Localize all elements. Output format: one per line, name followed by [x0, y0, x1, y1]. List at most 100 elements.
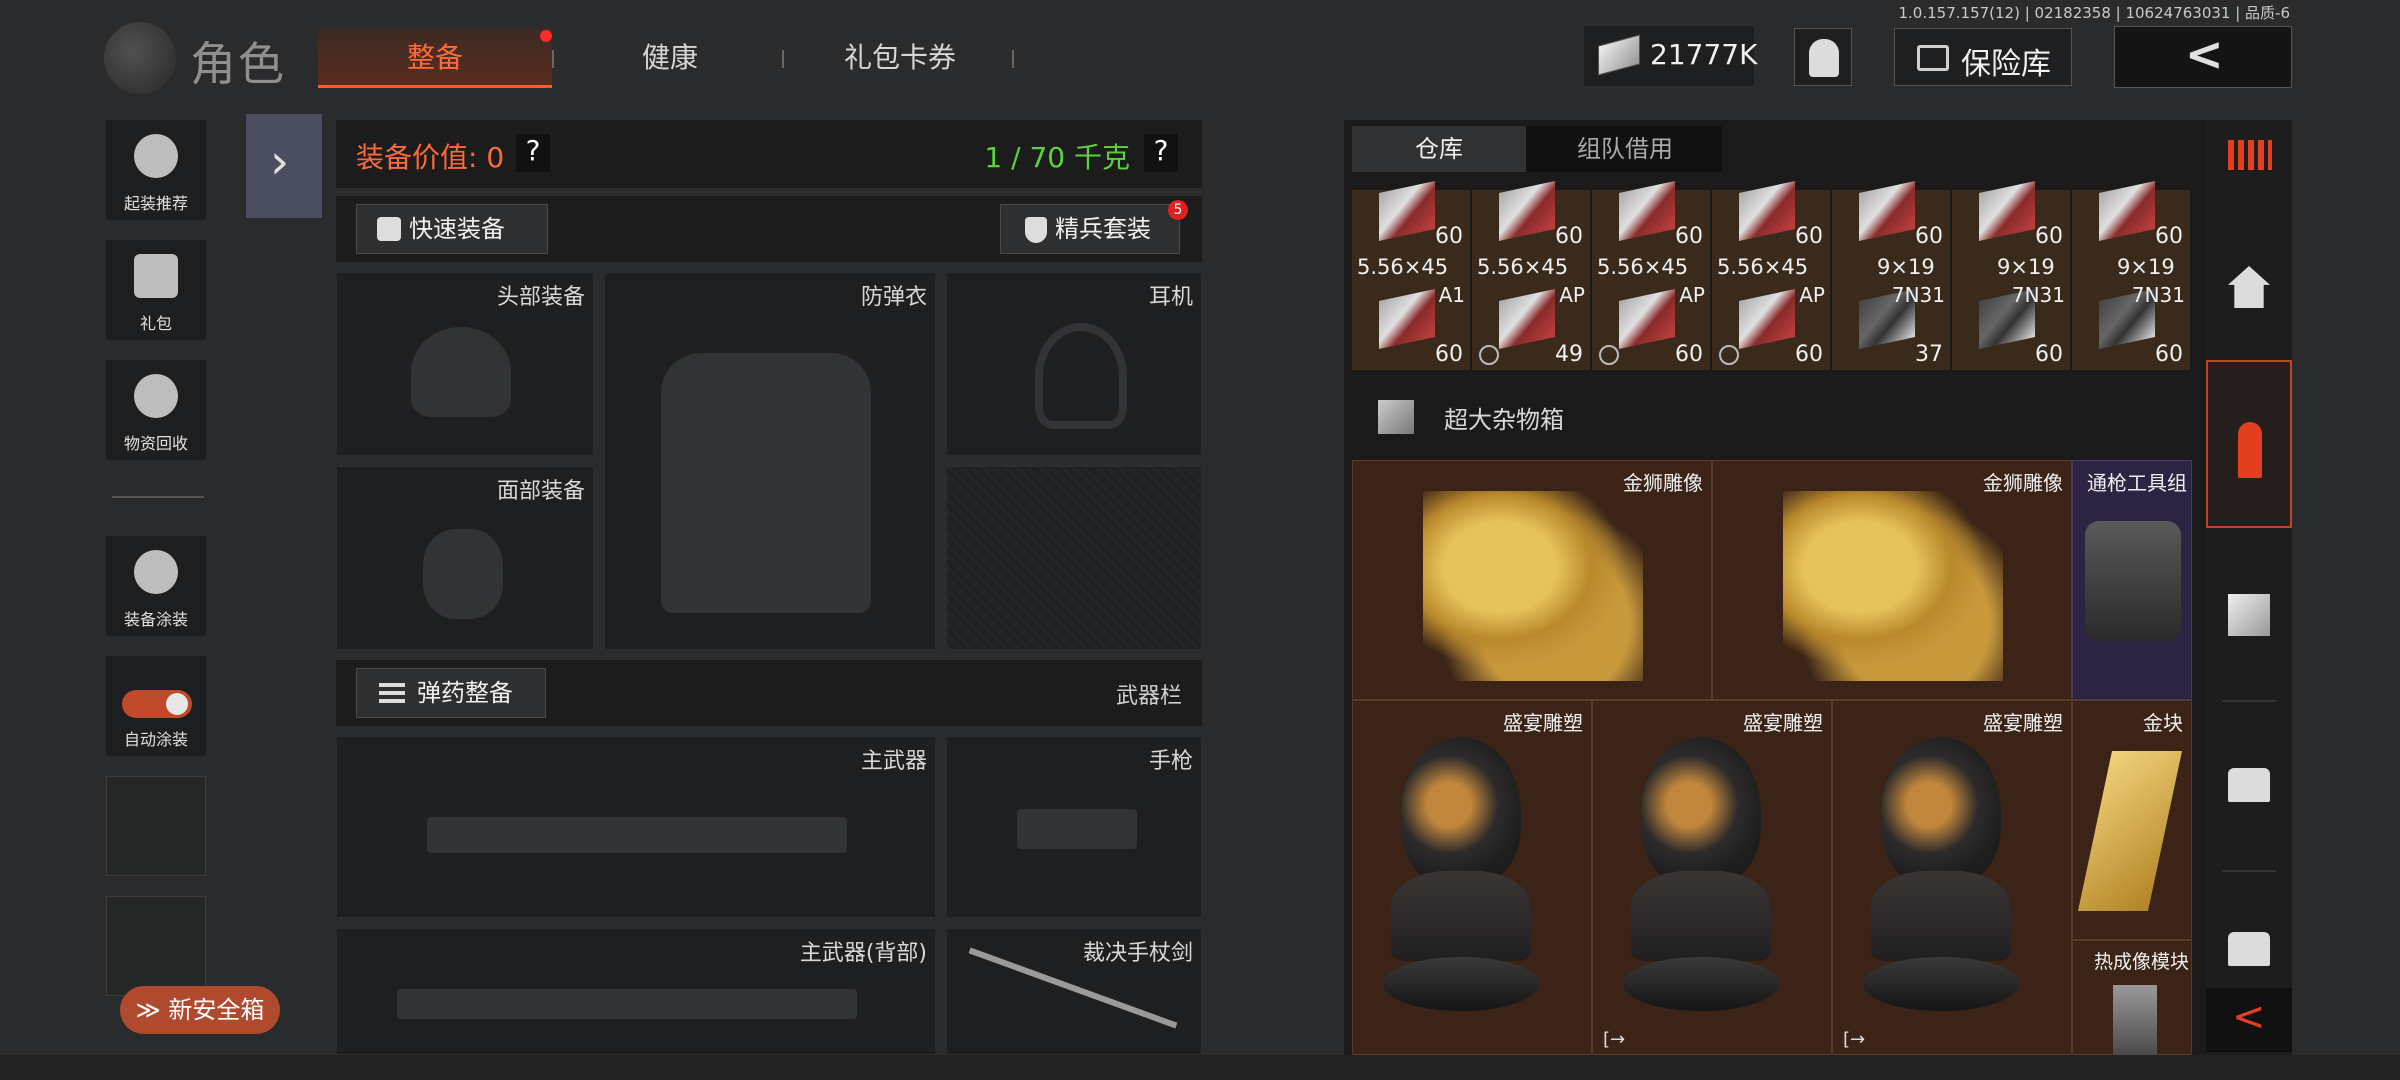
sidebar-label: 起装推荐 — [123, 194, 188, 213]
headset-slot[interactable]: 耳机 — [946, 272, 1202, 456]
container-button[interactable] — [2206, 710, 2292, 860]
crate-icon — [1378, 400, 1414, 434]
collapse-rail-button[interactable]: < — [2206, 988, 2292, 1052]
auto-skin-toggle[interactable] — [122, 690, 192, 718]
ammo-type: AP — [1679, 283, 1705, 307]
primary-weapon-slot[interactable]: 主武器 — [336, 736, 936, 918]
feast-sculpture-item[interactable]: 盛宴雕塑 — [1352, 700, 1592, 1055]
elite-set-button[interactable]: 精兵套装 — [1000, 204, 1180, 254]
grid-menu-button[interactable] — [2206, 120, 2292, 200]
tab-divider — [552, 50, 554, 68]
tab-equip[interactable]: 整备 — [318, 28, 552, 88]
feast-sculpture-item[interactable]: [→ 盛宴雕塑 — [1832, 700, 2072, 1055]
tab-warehouse[interactable]: 仓库 — [1352, 126, 1526, 172]
feast-sculpture-item[interactable]: [→ 盛宴雕塑 — [1592, 700, 1832, 1055]
elite-set-badge: 5 — [1168, 200, 1188, 220]
quick-equip-label: 快速装备 — [409, 215, 505, 243]
page-title: 角色 — [190, 37, 286, 91]
bottom-strip — [0, 1055, 2400, 1080]
loadout-recommend-button[interactable]: 起装推荐 — [106, 120, 206, 220]
item-count: 60 — [1555, 224, 1583, 249]
golden-lion-item[interactable]: 金狮雕像 — [1352, 460, 1712, 700]
ammo-item[interactable]: 60 — [1472, 181, 1590, 252]
armor-slot[interactable]: 防弹衣 — [604, 272, 936, 650]
face-slot[interactable]: 面部装备 — [336, 466, 594, 650]
crate-storage-button[interactable] — [2206, 540, 2292, 690]
chevron-right-icon: › — [270, 134, 290, 190]
tab-gift-cards[interactable]: 礼包卡券 — [790, 28, 1010, 88]
slot-label: 主武器 — [860, 749, 927, 774]
container-icon — [2228, 768, 2270, 802]
empty-slot — [106, 776, 206, 876]
help-icon[interactable]: ? — [1144, 134, 1178, 172]
shield-icon — [1025, 217, 1047, 243]
mask-silhouette-icon — [423, 529, 503, 619]
equipment-value-bar: 装备价值: 0 ? 1 / 70 千克 ? — [336, 120, 1202, 188]
item-count: 60 — [2155, 342, 2183, 367]
ammo-item[interactable]: 60 — [1712, 181, 1830, 252]
recycle-icon — [134, 374, 178, 418]
new-safe-box-button[interactable]: ≫ 新安全箱 — [120, 986, 280, 1034]
collapse-arrow-icon: < — [2232, 994, 2266, 1040]
ammo-item[interactable]: 9×19 7N31 60 — [2072, 252, 2190, 370]
item-count: 60 — [1675, 224, 1703, 249]
gift-button[interactable]: 礼包 — [106, 240, 206, 340]
golden-lion-item[interactable]: 金狮雕像 — [1712, 460, 2072, 700]
head-slot[interactable]: 头部装备 — [336, 272, 594, 456]
ammo-type: 7N31 — [1891, 283, 1945, 307]
exit-icon: [→ — [1843, 1029, 1866, 1050]
expand-sidebar-button[interactable]: › — [246, 114, 322, 218]
agent-button[interactable] — [1794, 28, 1852, 86]
ammo-item[interactable]: 60 — [1352, 181, 1470, 252]
gold-bar-icon — [2077, 751, 2183, 911]
pistol-slot[interactable]: 手枪 — [946, 736, 1202, 918]
equipment-skin-button[interactable]: 装备涂装 — [106, 536, 206, 636]
cleaning-kit-item[interactable]: 通枪工具组 — [2072, 460, 2192, 700]
thermal-module-item[interactable]: 热成像模块 — [2072, 940, 2192, 1055]
item-count: 60 — [1795, 224, 1823, 249]
ammo-item[interactable]: 5.56×45 A1 60 — [1352, 252, 1470, 370]
item-count: 60 — [2035, 342, 2063, 367]
ammo-item[interactable]: 60 — [2072, 181, 2190, 252]
gold-bar-item[interactable]: 金块 — [2072, 700, 2192, 940]
tab-team-borrow[interactable]: 组队借用 — [1528, 126, 1722, 172]
home-button[interactable] — [2206, 230, 2292, 350]
back-button[interactable]: < — [2114, 26, 2292, 88]
ammo-type: 7N31 — [2011, 283, 2065, 307]
ammo-item[interactable]: 5.56×45 AP 60 — [1712, 252, 1830, 370]
back-weapon-slot[interactable]: 主武器(背部) — [336, 928, 936, 1055]
ammo-storage-button[interactable] — [2206, 360, 2292, 528]
ammo-item[interactable]: 60 — [1592, 181, 1710, 252]
ammo-equip-label: 弹药整备 — [417, 679, 513, 707]
home-icon — [2228, 266, 2270, 308]
slot-label: 主武器(背部) — [799, 941, 927, 966]
slot-label: 手枪 — [1148, 749, 1193, 774]
ammo-equip-button[interactable]: 弹药整备 — [356, 668, 546, 718]
currency-display: 21777K — [1584, 26, 1757, 86]
container-button[interactable] — [2206, 880, 2292, 980]
ammo-caliber: 5.56×45 — [1717, 255, 1809, 279]
melee-slot[interactable]: 裁决手杖剑 — [946, 928, 1202, 1055]
ammo-item[interactable]: 60 — [1952, 181, 2070, 252]
recycle-button[interactable]: 物资回收 — [106, 360, 206, 460]
ammo-item[interactable]: 5.56×45 AP 49 — [1472, 252, 1590, 370]
notification-dot — [540, 30, 552, 42]
bust-base — [1383, 957, 1539, 1011]
rail-divider — [2222, 700, 2276, 702]
bust-icon — [1641, 737, 1761, 887]
ammo-item[interactable]: 9×19 7N31 37 — [1832, 252, 1950, 370]
vault-button[interactable]: 保险库 — [1894, 28, 2072, 86]
item-count: 60 — [2155, 224, 2183, 249]
weapon-rail-label: 武器栏 — [1115, 684, 1182, 709]
ammo-box-icon — [1859, 181, 1915, 241]
quick-equip-button[interactable]: 快速装备 — [356, 204, 548, 254]
ammo-item[interactable]: 60 — [1832, 181, 1950, 252]
ammo-bar: 弹药整备 武器栏 — [336, 660, 1202, 726]
tab-health[interactable]: 健康 — [560, 28, 780, 88]
help-icon[interactable]: ? — [516, 134, 550, 172]
tab-divider — [782, 50, 784, 68]
ammo-item[interactable]: 5.56×45 AP 60 — [1592, 252, 1710, 370]
ammo-item[interactable]: 9×19 7N31 60 — [1952, 252, 2070, 370]
item-label: 热成像模块 — [2093, 951, 2189, 973]
ammo-box-icon — [1619, 289, 1675, 349]
